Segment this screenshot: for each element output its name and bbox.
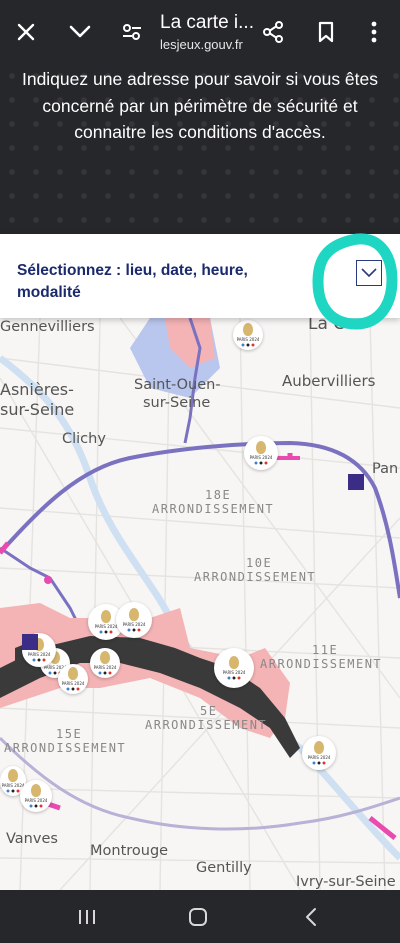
- arr-11-number: 11E: [312, 643, 339, 657]
- paralympic-badge[interactable]: [22, 634, 38, 650]
- arr-18-number: 18E: [205, 488, 232, 502]
- venue-marker[interactable]: PARIS 2024: [20, 780, 52, 812]
- place-gennevilliers: Gennevilliers: [0, 319, 95, 335]
- venue-marker[interactable]: PARIS 2024: [233, 320, 263, 350]
- browser-toolbar: La carte i... lesjeux.gouv.fr: [0, 0, 400, 64]
- chevron-down-icon: [361, 268, 377, 278]
- arr-5-label: ARRONDISSEMENT: [145, 718, 268, 732]
- arr-5-number: 5E: [200, 704, 218, 718]
- place-vanves: Vanves: [6, 831, 58, 847]
- system-nav-bar: [0, 890, 400, 943]
- security-map[interactable]: PARIS 2024 PARIS 2024 PARIS 2024 PARIS 2…: [0, 318, 400, 890]
- dropdown-toggle[interactable]: [356, 260, 382, 286]
- arr-10-label: ARRONDISSEMENT: [194, 570, 317, 584]
- arr-15-number: 15E: [56, 727, 83, 741]
- venue-selector[interactable]: Sélectionnez : lieu, date, heure, modali…: [0, 234, 400, 318]
- place-saint-ouen: Saint-Ouen-: [134, 377, 221, 393]
- home-icon[interactable]: [183, 903, 213, 931]
- place-gentilly: Gentilly: [196, 860, 252, 876]
- venue-marker[interactable]: PARIS 2024: [58, 664, 88, 694]
- more-icon[interactable]: [360, 14, 388, 50]
- venue-marker[interactable]: PARIS 2024: [116, 602, 152, 638]
- venue-marker[interactable]: PARIS 2024: [214, 648, 254, 688]
- place-la-courneuve: La C: [308, 318, 346, 334]
- place-saint-ouen-suffix: sur-Seine: [143, 395, 211, 411]
- close-icon[interactable]: [12, 14, 40, 50]
- paralympic-badge[interactable]: [348, 474, 364, 490]
- place-aubervilliers: Aubervilliers: [282, 372, 376, 390]
- recent-apps-icon[interactable]: [72, 903, 102, 931]
- share-icon[interactable]: [259, 14, 287, 50]
- place-pantin: Pan: [372, 461, 399, 477]
- place-asnieres-suffix: sur-Seine: [0, 400, 75, 419]
- venue-marker[interactable]: PARIS 2024: [244, 436, 278, 470]
- arr-11-label: ARRONDISSEMENT: [260, 657, 383, 671]
- info-banner: Indiquez une adresse pour savoir si vous…: [0, 64, 400, 234]
- back-icon[interactable]: [296, 903, 326, 931]
- page-url: lesjeux.gouv.fr: [160, 37, 243, 52]
- bookmark-icon[interactable]: [312, 14, 340, 50]
- place-clichy: Clichy: [62, 431, 106, 447]
- banner-text: Indiquez une adresse pour savoir si vous…: [21, 69, 379, 142]
- place-asnieres: Asnières-: [0, 380, 74, 399]
- place-ivry: Ivry-sur-Seine: [296, 874, 396, 890]
- arr-15-label: ARRONDISSEMENT: [4, 741, 127, 755]
- page-title: La carte i...: [160, 12, 254, 33]
- selector-label: Sélectionnez : lieu, date, heure, modali…: [17, 262, 248, 301]
- venue-marker[interactable]: PARIS 2024: [90, 648, 120, 678]
- page-settings-icon[interactable]: [118, 14, 146, 50]
- venue-marker[interactable]: PARIS 2024: [302, 736, 336, 770]
- place-montrouge: Montrouge: [90, 843, 169, 859]
- chevron-down-icon[interactable]: [66, 14, 94, 50]
- arr-18-label: ARRONDISSEMENT: [152, 502, 275, 516]
- arr-10-number: 10E: [246, 556, 273, 570]
